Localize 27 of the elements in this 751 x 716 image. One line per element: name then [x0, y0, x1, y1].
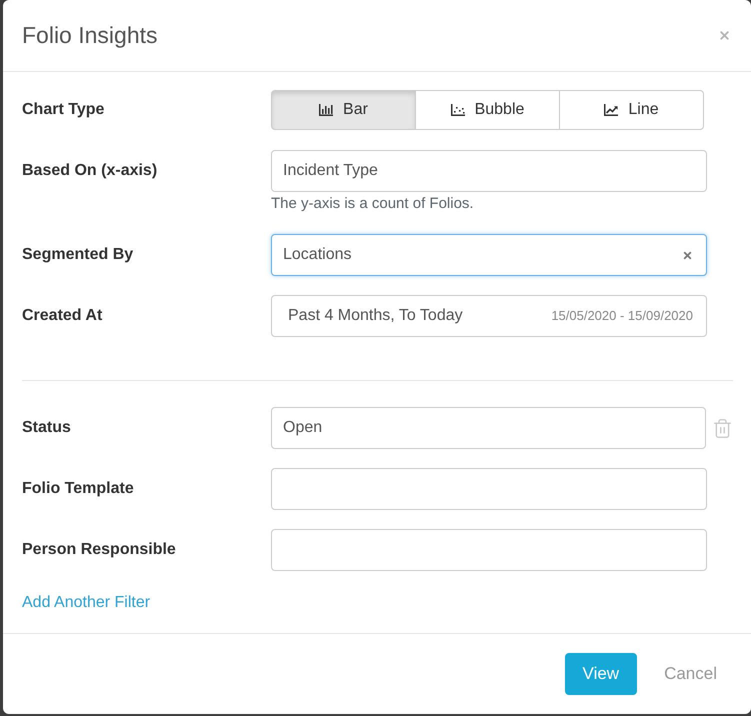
date-range-field[interactable]: Past 4 Months, To Today 15/05/2020 - 15/09/2020 [271, 295, 707, 337]
field-label: Segmented By [22, 245, 134, 265]
select-field[interactable]: Open [271, 407, 706, 449]
date-preset-text: Past 4 Months, To Today [288, 306, 463, 326]
dialog-title: Folio Insights [22, 20, 158, 50]
close-icon [718, 29, 730, 42]
trash-icon[interactable] [712, 418, 733, 438]
field-label: Based On (x-axis) [22, 161, 158, 181]
clear-icon[interactable] [682, 250, 693, 260]
line-chart-icon [604, 104, 618, 116]
select-field[interactable]: Locations [271, 234, 707, 276]
help-text: The y-axis is a count of Folios. [271, 194, 474, 214]
select-field[interactable] [271, 468, 707, 510]
field-label: Created At [22, 306, 102, 326]
field-label: Status [22, 418, 71, 438]
scatter-chart-icon [450, 104, 465, 116]
select-field[interactable]: Incident Type [271, 150, 707, 192]
field-label: Person Responsible [22, 540, 176, 560]
chart-type-tab[interactable]: Line [559, 90, 704, 130]
chart-type-tab[interactable]: Bar [271, 90, 416, 130]
select-field[interactable] [271, 529, 707, 571]
field-label: Folio Template [22, 479, 134, 499]
date-range-text: 15/05/2020 - 15/09/2020 [551, 307, 693, 326]
close-button[interactable] [717, 28, 731, 42]
field-label: Chart Type [22, 100, 104, 120]
bar-chart-icon [319, 104, 334, 116]
chart-type-tab[interactable]: Bubble [415, 90, 560, 130]
